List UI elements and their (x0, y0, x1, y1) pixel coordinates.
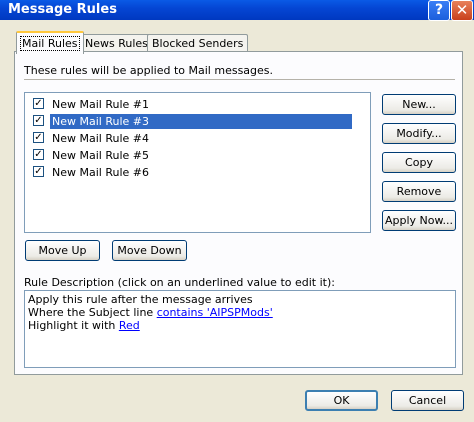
ok-button[interactable]: OK (305, 390, 378, 411)
title-bar: Message Rules ? ✕ (0, 0, 474, 21)
tab-news-rules-label: News Rules (85, 37, 148, 50)
caption-separator (24, 79, 455, 80)
rule-checkbox[interactable]: ✓ (33, 115, 44, 126)
move-up-button[interactable]: Move Up (25, 240, 100, 261)
window-title: Message Rules (8, 2, 117, 17)
rule-description-label: Rule Description (click on an underlined… (24, 276, 335, 289)
tab-mail-rules-label: Mail Rules (20, 36, 80, 51)
rules-list[interactable]: ✓ New Mail Rule #1 ✓ New Mail Rule #3 ✓ … (24, 92, 371, 233)
subject-condition-link[interactable]: contains 'AIPSPMods' (157, 306, 273, 319)
rule-description-box: Apply this rule after the message arrive… (24, 290, 456, 368)
cancel-button[interactable]: Cancel (391, 390, 464, 411)
remove-rule-button[interactable]: Remove (382, 181, 456, 202)
rule-row[interactable]: ✓ New Mail Rule #6 (25, 164, 370, 181)
rule-checkbox[interactable]: ✓ (33, 132, 44, 143)
copy-rule-button[interactable]: Copy (382, 152, 456, 173)
close-button[interactable]: ✕ (451, 0, 473, 21)
modify-rule-button[interactable]: Modify... (382, 123, 456, 144)
rule-label: New Mail Rule #3 (50, 114, 352, 129)
tab-blocked-senders[interactable]: Blocked Senders (147, 34, 249, 52)
apply-now-button[interactable]: Apply Now... (382, 210, 456, 231)
description-line: Apply this rule after the message arrive… (28, 293, 253, 306)
description-text: Where the Subject line (28, 306, 157, 319)
rule-row[interactable]: ✓ New Mail Rule #5 (25, 147, 370, 164)
description-line: Where the Subject line contains 'AIPSPMo… (28, 306, 452, 319)
panel-caption: These rules will be applied to Mail mess… (24, 64, 274, 77)
mail-rules-panel: These rules will be applied to Mail mess… (14, 51, 463, 375)
tab-blocked-senders-label: Blocked Senders (152, 37, 244, 50)
highlight-color-link[interactable]: Red (119, 319, 140, 332)
move-down-button[interactable]: Move Down (112, 240, 187, 261)
tab-news-rules[interactable]: News Rules (80, 34, 153, 52)
help-button[interactable]: ? (428, 0, 450, 21)
rule-checkbox[interactable]: ✓ (33, 98, 44, 109)
rule-row[interactable]: ✓ New Mail Rule #1 (25, 96, 370, 113)
new-rule-button[interactable]: New... (382, 94, 456, 115)
rule-row[interactable]: ✓ New Mail Rule #4 (25, 130, 370, 147)
description-text: Highlight it with (28, 319, 119, 332)
rule-checkbox[interactable]: ✓ (33, 166, 44, 177)
rule-label: New Mail Rule #1 (52, 98, 149, 111)
rule-label: New Mail Rule #6 (52, 166, 149, 179)
rule-row[interactable]: ✓ New Mail Rule #3 (25, 113, 370, 130)
rule-label: New Mail Rule #4 (52, 132, 149, 145)
rule-label: New Mail Rule #5 (52, 149, 149, 162)
description-line: Highlight it with Red (28, 319, 452, 332)
rule-checkbox[interactable]: ✓ (33, 149, 44, 160)
tab-mail-rules[interactable]: Mail Rules (16, 31, 84, 54)
